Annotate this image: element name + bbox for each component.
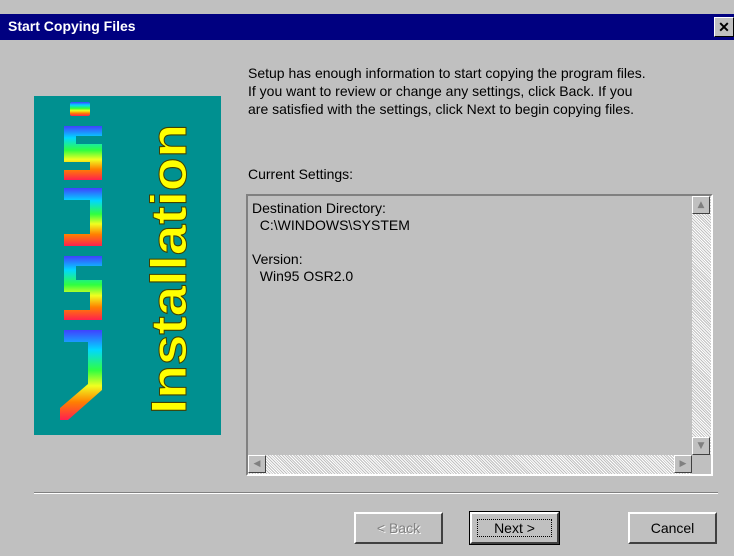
arrow-up-icon: ▲: [697, 200, 705, 210]
back-button[interactable]: < Back: [354, 512, 443, 544]
close-button[interactable]: ✕: [714, 17, 734, 37]
current-settings-box[interactable]: Destination Directory: C:\WINDOWS\SYSTEM…: [246, 194, 713, 476]
next-button[interactable]: Next >: [469, 511, 560, 545]
current-settings-content: Destination Directory: C:\WINDOWS\SYSTEM…: [252, 200, 410, 284]
button-separator: [34, 492, 718, 494]
horizontal-scrollbar[interactable]: ◀ ▶: [248, 455, 692, 474]
scrollbar-corner: [692, 455, 711, 474]
window-title: Start Copying Files: [8, 18, 136, 34]
scroll-left-button[interactable]: ◀: [248, 455, 266, 473]
title-bar[interactable]: Start Copying Files ✕: [0, 14, 734, 40]
scroll-right-button[interactable]: ▶: [674, 455, 692, 473]
arrow-left-icon: ◀: [253, 459, 261, 469]
setup-dialog: Start Copying Files ✕ Installation Setup…: [0, 0, 734, 556]
asus-logo-art: Installation: [60, 102, 198, 420]
close-icon: ✕: [718, 19, 730, 35]
scroll-up-button[interactable]: ▲: [692, 196, 710, 214]
current-settings-label: Current Settings:: [248, 166, 354, 182]
back-button-label: < Back: [376, 520, 421, 536]
cancel-button-label: Cancel: [650, 520, 695, 536]
installation-caption: Installation: [141, 124, 197, 414]
scroll-down-button[interactable]: ▼: [692, 437, 710, 455]
intro-text: Setup has enough information to start co…: [248, 65, 646, 117]
next-button-label: Next >: [494, 520, 535, 536]
arrow-right-icon: ▶: [679, 459, 687, 469]
vertical-scrollbar[interactable]: ▲ ▼: [692, 196, 711, 455]
cancel-button[interactable]: Cancel: [628, 512, 717, 544]
arrow-down-icon: ▼: [697, 441, 705, 451]
asus-installation-banner: Installation: [34, 96, 221, 435]
